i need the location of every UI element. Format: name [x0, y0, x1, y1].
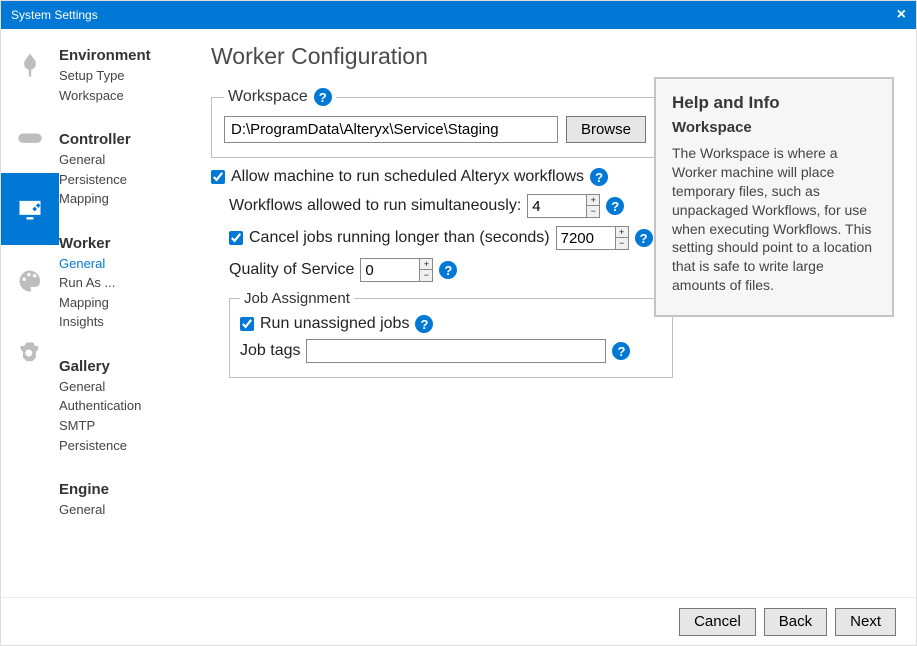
engine-icon[interactable]: [1, 317, 59, 389]
job-assignment-fieldset: Job Assignment Run unassigned jobs ? Job…: [229, 290, 673, 378]
main: Environment Setup Type Workspace Control…: [1, 29, 916, 599]
workspace-legend-text: Workspace: [228, 88, 308, 106]
nav-item-ctrl-mapping[interactable]: Mapping: [59, 189, 177, 209]
job-tags-input[interactable]: [306, 339, 606, 363]
nav-item-worker-insights[interactable]: Insights: [59, 312, 177, 332]
nav-item-worker-mapping[interactable]: Mapping: [59, 293, 177, 313]
help-panel: Help and Info Workspace The Workspace is…: [654, 77, 894, 317]
nav-group-worker[interactable]: Worker: [59, 231, 177, 254]
nav-item-setup-type[interactable]: Setup Type: [59, 66, 177, 86]
run-unassigned-checkbox[interactable]: [240, 317, 254, 331]
help-icon[interactable]: ?: [635, 229, 653, 247]
help-title: Help and Info: [672, 93, 876, 113]
qos-input[interactable]: [360, 258, 420, 282]
help-icon[interactable]: ?: [415, 315, 433, 333]
env-icon[interactable]: [1, 29, 59, 101]
nav-item-workspace[interactable]: Workspace: [59, 86, 177, 106]
nav-item-worker-general[interactable]: General: [59, 254, 177, 274]
nav-group-controller[interactable]: Controller: [59, 127, 177, 150]
nav-item-ctrl-general[interactable]: General: [59, 150, 177, 170]
nav-group-environment[interactable]: Environment: [59, 43, 177, 66]
help-icon[interactable]: ?: [590, 168, 608, 186]
help-icon[interactable]: ?: [612, 342, 630, 360]
simultaneous-input[interactable]: [527, 194, 587, 218]
nav-item-gal-persistence[interactable]: Persistence: [59, 436, 177, 456]
help-icon[interactable]: ?: [439, 261, 457, 279]
workspace-fieldset: Workspace ? Browse: [211, 88, 659, 158]
content-area: Worker Configuration Workspace ? Browse …: [177, 29, 916, 599]
help-body: The Workspace is where a Worker machine …: [672, 144, 876, 295]
cancel-button[interactable]: Cancel: [679, 608, 756, 636]
nav-item-engine-general[interactable]: General: [59, 500, 177, 520]
controller-icon[interactable]: [1, 101, 59, 173]
footer: Cancel Back Next: [1, 597, 916, 645]
next-button[interactable]: Next: [835, 608, 896, 636]
nav-item-gal-general[interactable]: General: [59, 377, 177, 397]
qos-label: Quality of Service: [229, 261, 354, 279]
nav-item-gal-auth[interactable]: Authentication: [59, 396, 177, 416]
job-assignment-legend: Job Assignment: [240, 290, 354, 307]
job-tags-label: Job tags: [240, 342, 300, 360]
browse-button[interactable]: Browse: [566, 116, 646, 143]
nav-column: Environment Setup Type Workspace Control…: [59, 29, 177, 599]
gallery-icon[interactable]: [1, 245, 59, 317]
nav-group-gallery[interactable]: Gallery: [59, 354, 177, 377]
back-button[interactable]: Back: [764, 608, 827, 636]
simultaneous-label: Workflows allowed to run simultaneously:: [229, 197, 521, 215]
help-icon[interactable]: ?: [606, 197, 624, 215]
spinner[interactable]: +−: [587, 194, 600, 218]
nav-item-ctrl-persistence[interactable]: Persistence: [59, 170, 177, 190]
workspace-path-input[interactable]: [224, 116, 558, 143]
spinner[interactable]: +−: [616, 226, 629, 250]
help-subtitle: Workspace: [672, 119, 876, 136]
allow-scheduled-checkbox[interactable]: [211, 170, 225, 184]
nav-item-gal-smtp[interactable]: SMTP: [59, 416, 177, 436]
worker-icon[interactable]: [1, 173, 59, 245]
icon-rail: [1, 29, 59, 599]
close-icon[interactable]: ×: [897, 6, 906, 24]
spinner[interactable]: +−: [420, 258, 433, 282]
nav-group-engine[interactable]: Engine: [59, 477, 177, 500]
workspace-legend: Workspace ?: [224, 88, 336, 106]
run-unassigned-label: Run unassigned jobs: [260, 315, 409, 333]
window-title: System Settings: [11, 8, 98, 22]
allow-scheduled-label: Allow machine to run scheduled Alteryx w…: [231, 168, 584, 186]
titlebar: System Settings ×: [1, 1, 916, 29]
cancel-long-label: Cancel jobs running longer than (seconds…: [249, 229, 550, 247]
help-icon[interactable]: ?: [314, 88, 332, 106]
cancel-long-checkbox[interactable]: [229, 231, 243, 245]
nav-item-worker-runas[interactable]: Run As ...: [59, 273, 177, 293]
page-title: Worker Configuration: [211, 43, 892, 70]
form-area: Allow machine to run scheduled Alteryx w…: [211, 168, 681, 378]
cancel-long-input[interactable]: [556, 226, 616, 250]
